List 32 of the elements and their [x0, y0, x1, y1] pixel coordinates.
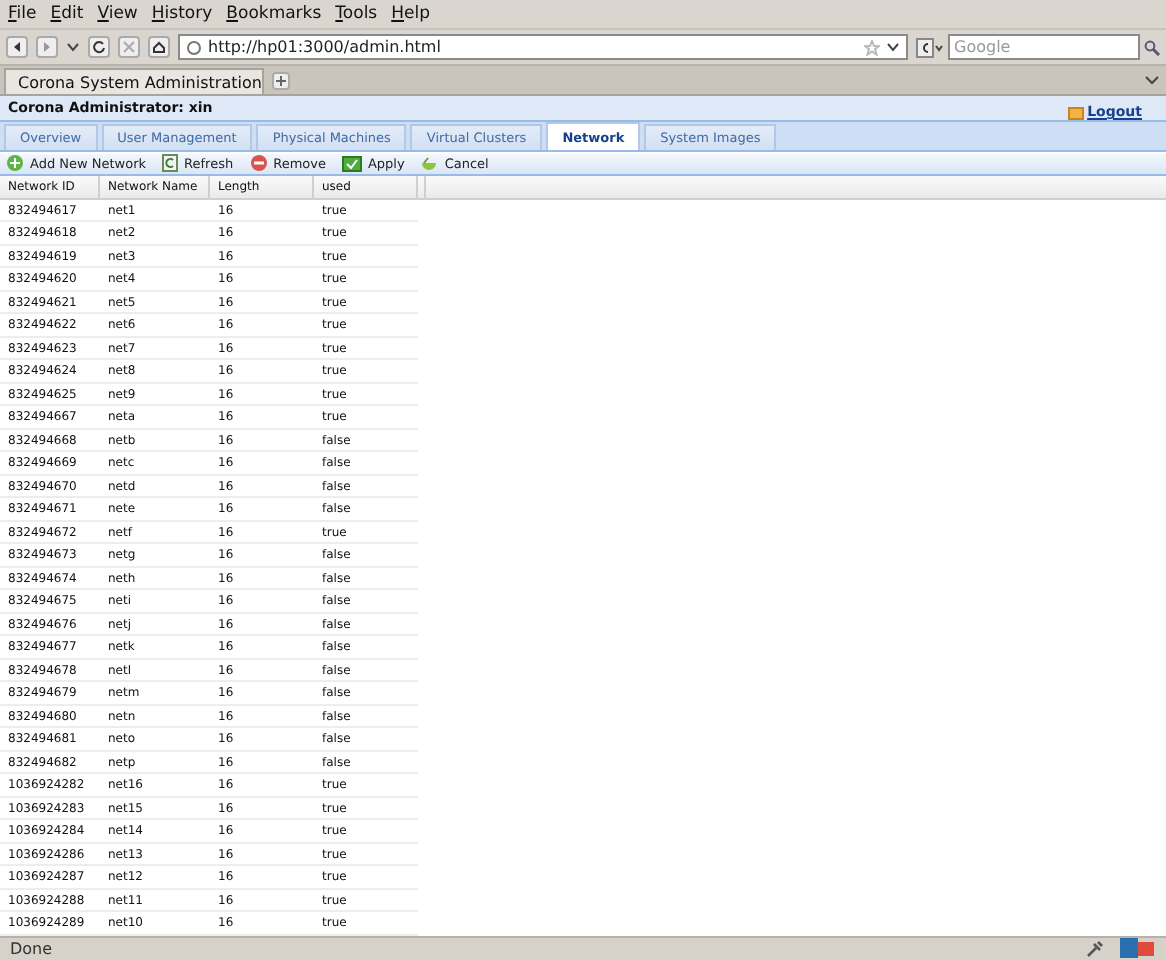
back-button[interactable]: [6, 36, 28, 58]
star-icon[interactable]: [864, 39, 880, 55]
stop-icon: [122, 40, 136, 54]
search-field[interactable]: Google: [948, 34, 1140, 60]
menu-item[interactable]: History: [151, 4, 213, 24]
back-icon: [10, 40, 24, 54]
browser-tab[interactable]: Corona System Administration: [4, 68, 264, 94]
status-text: Done: [10, 939, 55, 958]
address-field[interactable]: http://hp01:3000/admin.html: [178, 34, 908, 60]
check-icon: [341, 154, 362, 173]
refresh-icon: [162, 154, 179, 173]
new-tab-button[interactable]: [272, 72, 290, 90]
plus-icon: [276, 76, 286, 86]
menu-item[interactable]: Edit: [50, 4, 84, 24]
menu-item[interactable]: Help: [391, 4, 431, 24]
chevron-down-icon[interactable]: [886, 40, 900, 54]
remove-icon: [249, 154, 268, 173]
menu-item[interactable]: File: [8, 4, 37, 24]
search-engine-icon[interactable]: [916, 37, 944, 57]
menu-item[interactable]: Bookmarks: [226, 4, 322, 24]
home-button[interactable]: [148, 36, 170, 58]
chevron-down-icon[interactable]: [1144, 72, 1160, 88]
reload-button[interactable]: [88, 36, 110, 58]
menu-item[interactable]: Tools: [335, 4, 378, 24]
bowl-icon: [420, 154, 439, 173]
search-icon[interactable]: [1144, 39, 1160, 55]
forward-icon: [40, 40, 54, 54]
reload-icon: [92, 40, 106, 54]
menu-item[interactable]: View: [97, 4, 138, 24]
home-icon: [152, 40, 166, 54]
add-icon: [6, 154, 24, 173]
chevron-down-icon[interactable]: [66, 40, 80, 54]
